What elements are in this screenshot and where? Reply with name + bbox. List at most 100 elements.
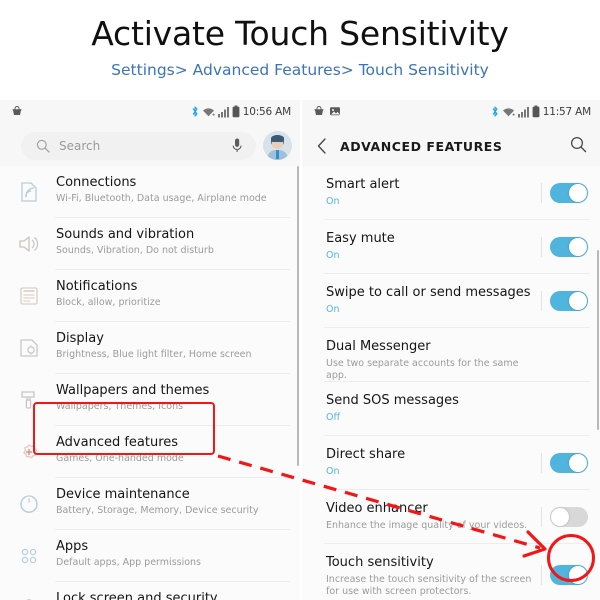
feature-title: Send SOS messages xyxy=(326,393,459,408)
right-status-time: 11:57 AM xyxy=(542,105,591,118)
left-status-left-icons xyxy=(11,105,23,117)
breadcrumb: Settings> Advanced Features> Touch Sensi… xyxy=(111,61,489,79)
feature-title: Direct share xyxy=(326,447,406,462)
page-title: Activate Touch Sensitivity xyxy=(91,14,509,53)
settings-item-notifications[interactable]: Notifications Block, allow, prioritize xyxy=(0,270,300,322)
feature-row-swipe-to-call-or-send-messages[interactable]: Swipe to call or send messages On xyxy=(302,274,600,328)
feature-row-video-enhancer[interactable]: Video enhancer Enhance the image quality… xyxy=(302,490,600,544)
feature-row-touch-sensitivity[interactable]: Touch sensitivity Increase the touch sen… xyxy=(302,544,600,600)
toggle-knob xyxy=(569,238,587,256)
settings-item-subtitle: Brightness, Blue light filter, Home scre… xyxy=(56,349,252,360)
settings-item-connections[interactable]: Connections Wi-Fi, Bluetooth, Data usage… xyxy=(0,166,300,218)
settings-item-subtitle: Wallpapers, Themes, Icons xyxy=(56,401,184,412)
left-status-bar: 10:56 AM xyxy=(0,100,300,126)
avatar-hair xyxy=(271,135,284,142)
feature-description: Increase the touch sensitivity of the sc… xyxy=(326,574,532,597)
toggle-knob xyxy=(569,184,587,202)
lock-icon xyxy=(26,599,32,600)
toggle-divider xyxy=(541,507,542,527)
avatar[interactable] xyxy=(263,131,292,160)
basket-icon xyxy=(12,106,22,115)
toggle-divider xyxy=(541,453,542,473)
feature-title: Swipe to call or send messages xyxy=(326,285,531,300)
feature-row-easy-mute[interactable]: Easy mute On xyxy=(302,220,600,274)
feature-title: Smart alert xyxy=(326,177,400,192)
wallpaper-icon xyxy=(21,391,35,409)
settings-item-sounds-and-vibration[interactable]: Sounds and vibration Sounds, Vibration, … xyxy=(0,218,300,270)
settings-list: Connections Wi-Fi, Bluetooth, Data usage… xyxy=(0,166,300,600)
sound-icon xyxy=(19,236,39,252)
signal-icon xyxy=(217,106,229,117)
toggle-divider xyxy=(541,291,542,311)
left-status-right-icons: 10:56 AM xyxy=(191,105,291,118)
settings-item-subtitle: Battery, Storage, Memory, Device securit… xyxy=(56,505,259,516)
settings-item-subtitle: Default apps, App permissions xyxy=(56,557,202,568)
wifi-icon xyxy=(202,107,215,116)
settings-item-subtitle: Block, allow, prioritize xyxy=(56,297,161,308)
feature-toggle[interactable] xyxy=(550,453,588,473)
touch-sensitivity-toggle[interactable] xyxy=(550,565,588,585)
left-scrollbar[interactable] xyxy=(296,166,299,466)
device-maintenance-icon xyxy=(20,495,38,513)
settings-item-subtitle: Sounds, Vibration, Do not disturb xyxy=(56,245,214,256)
advanced-features-icon xyxy=(23,444,38,459)
feature-row-dual-messenger[interactable]: Dual Messenger Use two separate accounts… xyxy=(302,328,600,382)
toggle-knob xyxy=(569,566,587,584)
feature-state: Off xyxy=(326,412,341,423)
feature-title: Dual Messenger xyxy=(326,339,431,354)
feature-toggle[interactable] xyxy=(550,237,588,257)
feature-row-send-sos-messages[interactable]: Send SOS messages Off xyxy=(302,382,600,436)
feature-row-direct-share[interactable]: Direct share On xyxy=(302,436,600,490)
settings-item-subtitle: Games, One-handed mode xyxy=(56,453,184,464)
microphone-icon[interactable] xyxy=(231,137,243,155)
left-search-bar: Search xyxy=(0,126,300,166)
settings-item-title: Device maintenance xyxy=(56,487,190,502)
search-input[interactable]: Search xyxy=(21,132,256,160)
toggle-divider xyxy=(541,183,542,203)
feature-title: Touch sensitivity xyxy=(326,555,434,570)
settings-item-device-maintenance[interactable]: Device maintenance Battery, Storage, Mem… xyxy=(0,478,300,530)
notifications-icon xyxy=(20,287,38,305)
settings-item-apps[interactable]: Apps Default apps, App permissions xyxy=(0,530,300,582)
toggle-knob xyxy=(569,292,587,310)
settings-item-advanced-features[interactable]: Advanced features Games, One-handed mode xyxy=(0,426,300,478)
settings-item-display[interactable]: Display Brightness, Blue light filter, H… xyxy=(0,322,300,374)
battery-icon xyxy=(232,105,240,118)
settings-item-title: Lock screen and security xyxy=(56,591,218,600)
right-status-right-icons: 11:57 AM xyxy=(491,105,591,118)
bluetooth-icon xyxy=(492,106,498,117)
feature-state: On xyxy=(326,466,340,477)
feature-toggle[interactable] xyxy=(550,291,588,311)
feature-state: On xyxy=(326,304,340,315)
image-icon xyxy=(330,107,340,116)
search-icon[interactable] xyxy=(570,136,587,153)
display-icon xyxy=(20,339,38,357)
settings-item-wallpapers-and-themes[interactable]: Wallpapers and themes Wallpapers, Themes… xyxy=(0,374,300,426)
left-phone-screenshot: 10:56 AM Search Connections Wi-Fi, Bluet… xyxy=(0,100,300,600)
battery-icon xyxy=(532,105,540,118)
advanced-features-list: Smart alert On Easy mute On Swipe to cal… xyxy=(302,166,600,600)
left-status-time: 10:56 AM xyxy=(242,105,291,118)
toggle-knob xyxy=(569,454,587,472)
wifi-icon xyxy=(502,107,515,116)
feature-description: Use two separate accounts for the same a… xyxy=(326,358,519,381)
settings-item-subtitle: Wi-Fi, Bluetooth, Data usage, Airplane m… xyxy=(56,193,267,204)
feature-toggle[interactable] xyxy=(550,183,588,203)
screenshot-root: Activate Touch Sensitivity Settings> Adv… xyxy=(0,0,600,600)
back-chevron-icon[interactable] xyxy=(316,137,328,155)
search-icon xyxy=(36,139,50,153)
feature-state: On xyxy=(326,196,340,207)
right-scrollbar[interactable] xyxy=(596,250,599,430)
feature-row-smart-alert[interactable]: Smart alert On xyxy=(302,166,600,220)
feature-description: Enhance the image quality of your videos… xyxy=(326,520,528,531)
toggle-divider xyxy=(541,565,542,585)
settings-item-title: Sounds and vibration xyxy=(56,227,195,242)
basket-icon xyxy=(314,106,324,115)
app-bar-title: ADVANCED FEATURES xyxy=(340,139,503,154)
settings-item-title: Display xyxy=(56,331,104,346)
right-phone-screenshot: 11:57 AM ADVANCED FEATURES Smart alert O… xyxy=(300,100,600,600)
settings-item-title: Notifications xyxy=(56,279,138,294)
search-placeholder: Search xyxy=(59,139,101,153)
feature-toggle[interactable] xyxy=(550,507,588,527)
settings-item-lock-screen-and-security[interactable]: Lock screen and security Always On Displ… xyxy=(0,582,300,600)
